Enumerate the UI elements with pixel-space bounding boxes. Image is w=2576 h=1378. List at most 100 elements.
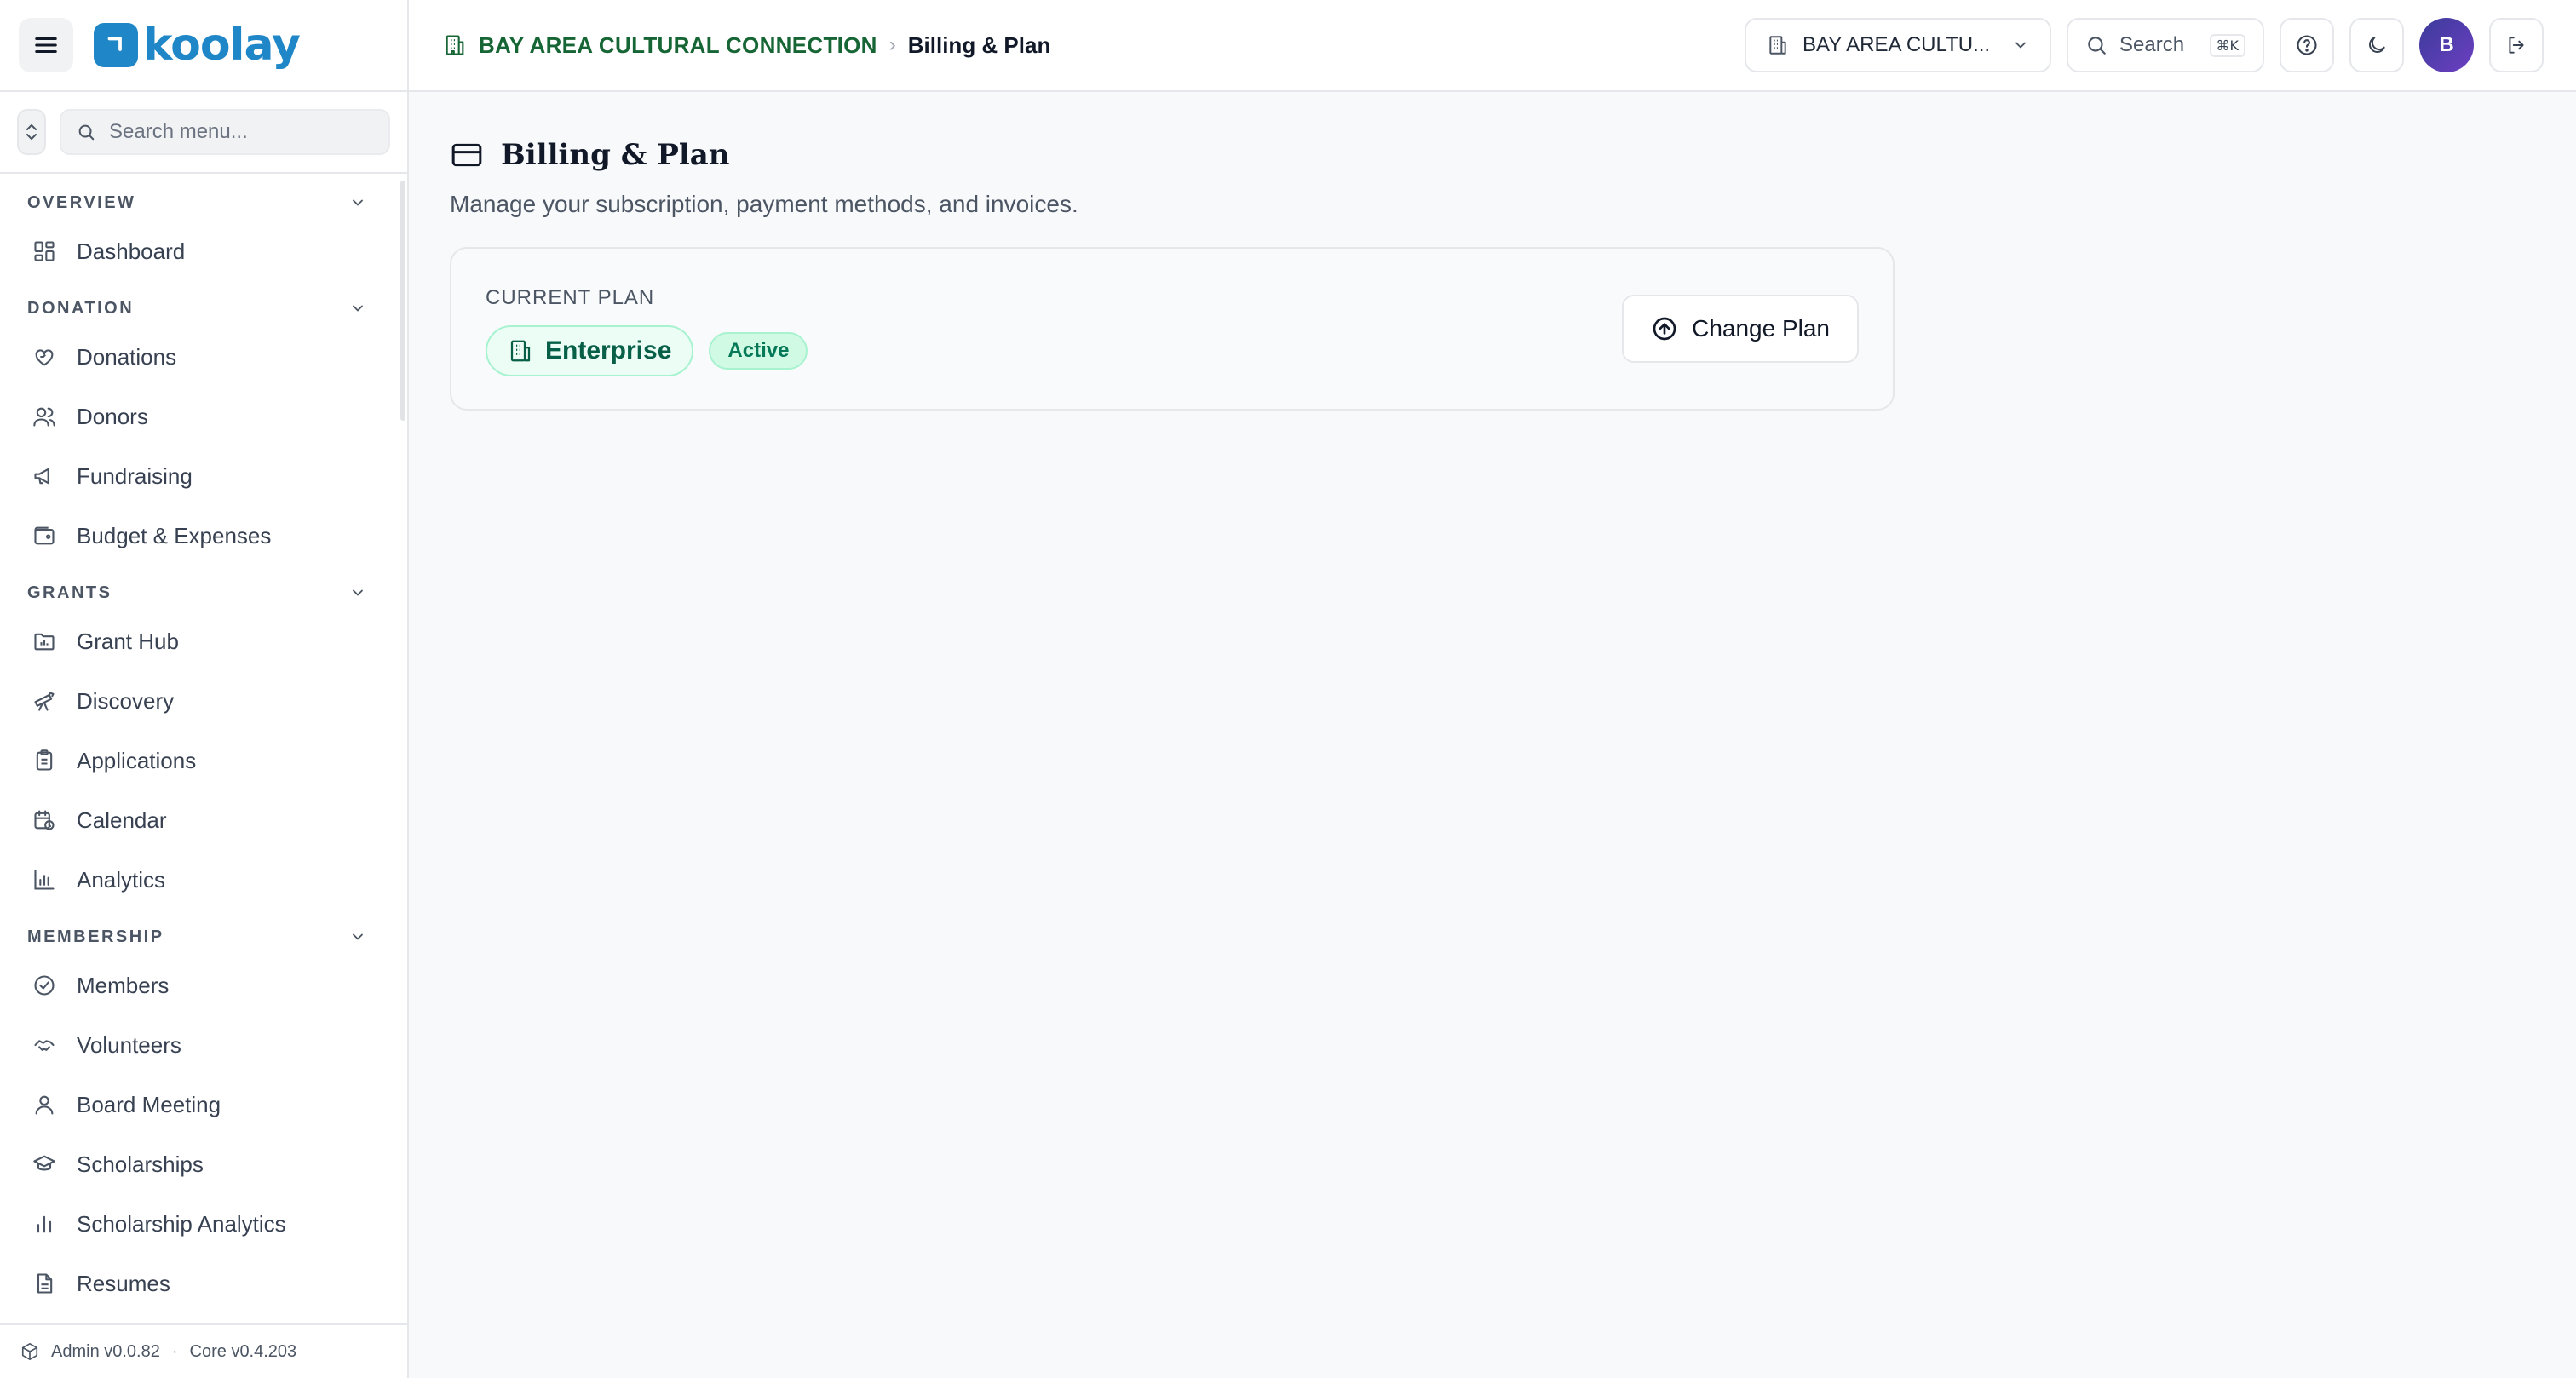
section-membership-header[interactable]: MEMBERSHIP bbox=[0, 918, 400, 956]
sidebar: koolay OVERVIEW Dashboard DONATION Don bbox=[0, 0, 409, 1378]
sidebar-item-applications[interactable]: Applications bbox=[0, 731, 400, 790]
folder-chart-icon bbox=[34, 633, 55, 651]
breadcrumb-separator: › bbox=[888, 33, 896, 56]
current-plan-label: CURRENT PLAN bbox=[486, 286, 655, 309]
sidebar-scrollbar[interactable] bbox=[400, 181, 405, 421]
section-overview-header[interactable]: OVERVIEW bbox=[0, 184, 400, 221]
telescope-icon bbox=[34, 692, 55, 711]
sidebar-item-discovery[interactable]: Discovery bbox=[0, 671, 400, 731]
package-icon bbox=[21, 1343, 38, 1360]
sidebar-top: koolay bbox=[0, 0, 407, 92]
sidebar-search-row bbox=[0, 92, 407, 174]
sidebar-item-label: Fundraising bbox=[77, 462, 193, 489]
clipboard-icon bbox=[36, 749, 53, 771]
sidebar-item-scholarship-analytics[interactable]: Scholarship Analytics bbox=[0, 1194, 400, 1254]
organization-select[interactable]: BAY AREA CULTU... bbox=[1745, 18, 2051, 72]
page-subtitle: Manage your subscription, payment method… bbox=[450, 191, 1078, 217]
version-separator: · bbox=[171, 1341, 178, 1361]
megaphone-icon bbox=[34, 468, 49, 485]
search-label: Search bbox=[2119, 33, 2185, 56]
sidebar-item-label: Grant Hub bbox=[77, 628, 179, 654]
chevron-down-icon bbox=[2015, 42, 2026, 49]
sidebar-item-label: Applications bbox=[77, 747, 197, 773]
sidebar-footer: Admin v0.0.82 · Core v0.4.203 bbox=[0, 1323, 407, 1378]
sidebar-item-analytics[interactable]: Analytics bbox=[0, 850, 400, 910]
user-avatar[interactable]: B bbox=[2419, 18, 2474, 72]
logo[interactable]: koolay bbox=[94, 20, 301, 71]
admin-version: Admin v0.0.82 bbox=[51, 1341, 160, 1361]
chevron-down-icon bbox=[353, 305, 363, 312]
chevron-down-icon bbox=[353, 589, 363, 596]
sidebar-item-scholarships[interactable]: Scholarships bbox=[0, 1134, 400, 1194]
file-text-icon bbox=[37, 1273, 53, 1294]
current-plan-card: CURRENT PLAN Enterprise Active Change Pl… bbox=[450, 247, 1895, 411]
check-circle-icon bbox=[34, 975, 55, 996]
page-title: Billing & Plan bbox=[501, 138, 730, 172]
sidebar-item-label: Donations bbox=[77, 343, 177, 370]
section-title: DONATION bbox=[27, 298, 135, 318]
sidebar-item-resumes[interactable]: Resumes bbox=[0, 1254, 400, 1313]
breadcrumb-org-link[interactable]: BAY AREA CULTURAL CONNECTION bbox=[479, 32, 877, 59]
change-plan-label: Change Plan bbox=[1692, 315, 1830, 342]
calendar-clock-icon bbox=[34, 810, 55, 830]
bar-chart-icon bbox=[34, 870, 55, 890]
search-icon bbox=[78, 124, 95, 141]
top-header: BAY AREA CULTURAL CONNECTION › Billing &… bbox=[409, 0, 2576, 92]
arrow-up-circle-icon bbox=[1653, 317, 1676, 341]
handshake-icon bbox=[34, 1040, 55, 1051]
help-circle-icon bbox=[2297, 35, 2317, 55]
sidebar-item-donations[interactable]: Donations bbox=[0, 327, 400, 387]
sidebar-search bbox=[60, 109, 390, 155]
chevrons-up-down-icon bbox=[26, 124, 37, 140]
sidebar-item-volunteers[interactable]: Volunteers bbox=[0, 1015, 400, 1075]
sidebar-item-label: Members bbox=[77, 972, 170, 998]
building-icon bbox=[1769, 36, 1786, 55]
sidebar-item-calendar[interactable]: Calendar bbox=[0, 790, 400, 850]
theme-toggle-button[interactable] bbox=[2349, 18, 2404, 72]
sidebar-item-fundraising[interactable]: Fundraising bbox=[0, 446, 400, 506]
building-icon bbox=[446, 35, 464, 55]
sidebar-item-budget-expenses[interactable]: Budget & Expenses bbox=[0, 506, 400, 566]
sidebar-item-label: Discovery bbox=[77, 687, 175, 714]
bar-chart-icon bbox=[37, 1215, 52, 1233]
sidebar-item-dashboard[interactable]: Dashboard bbox=[0, 221, 400, 281]
hamburger-icon bbox=[35, 37, 57, 53]
sidebar-item-label: Volunteers bbox=[77, 1031, 181, 1058]
logo-mark-icon bbox=[94, 23, 138, 67]
sidebar-search-input[interactable] bbox=[109, 120, 373, 144]
expand-collapse-button[interactable] bbox=[17, 109, 46, 155]
change-plan-button[interactable]: Change Plan bbox=[1622, 295, 1859, 363]
logout-button[interactable] bbox=[2489, 18, 2544, 72]
heart-hand-icon bbox=[35, 349, 54, 366]
sidebar-nav: OVERVIEW Dashboard DONATION Donations Do… bbox=[0, 175, 400, 1313]
credit-card-icon bbox=[451, 143, 482, 167]
section-grants-header[interactable]: GRANTS bbox=[0, 574, 400, 611]
users-icon bbox=[33, 407, 55, 427]
plan-badges: Enterprise Active bbox=[486, 325, 808, 376]
section-title: GRANTS bbox=[27, 583, 112, 602]
sidebar-item-label: Resumes bbox=[77, 1270, 170, 1296]
logo-text: koolay bbox=[143, 20, 301, 71]
graduation-cap-icon bbox=[33, 1155, 55, 1171]
help-button[interactable] bbox=[2280, 18, 2334, 72]
sidebar-item-label: Scholarships bbox=[77, 1151, 204, 1177]
sidebar-item-members[interactable]: Members bbox=[0, 956, 400, 1015]
chevron-down-icon bbox=[353, 199, 363, 206]
global-search-button[interactable]: Search ⌘K bbox=[2067, 18, 2264, 72]
dashboard-icon bbox=[34, 241, 55, 261]
building-icon bbox=[510, 340, 531, 362]
breadcrumb-current: Billing & Plan bbox=[907, 32, 1051, 58]
plan-name: Enterprise bbox=[545, 336, 672, 365]
plan-name-badge: Enterprise bbox=[486, 325, 694, 376]
sidebar-item-grant-hub[interactable]: Grant Hub bbox=[0, 611, 400, 671]
sidebar-item-label: Calendar bbox=[77, 807, 167, 833]
wallet-icon bbox=[34, 526, 55, 545]
sidebar-item-board-meeting[interactable]: Board Meeting bbox=[0, 1075, 400, 1134]
sidebar-item-donors[interactable]: Donors bbox=[0, 387, 400, 446]
sidebar-item-label: Board Meeting bbox=[77, 1091, 221, 1117]
section-donation-header[interactable]: DONATION bbox=[0, 290, 400, 327]
user-icon bbox=[35, 1095, 54, 1115]
section-title: OVERVIEW bbox=[27, 192, 136, 212]
moon-icon bbox=[2369, 37, 2385, 53]
menu-toggle-button[interactable] bbox=[19, 18, 73, 72]
